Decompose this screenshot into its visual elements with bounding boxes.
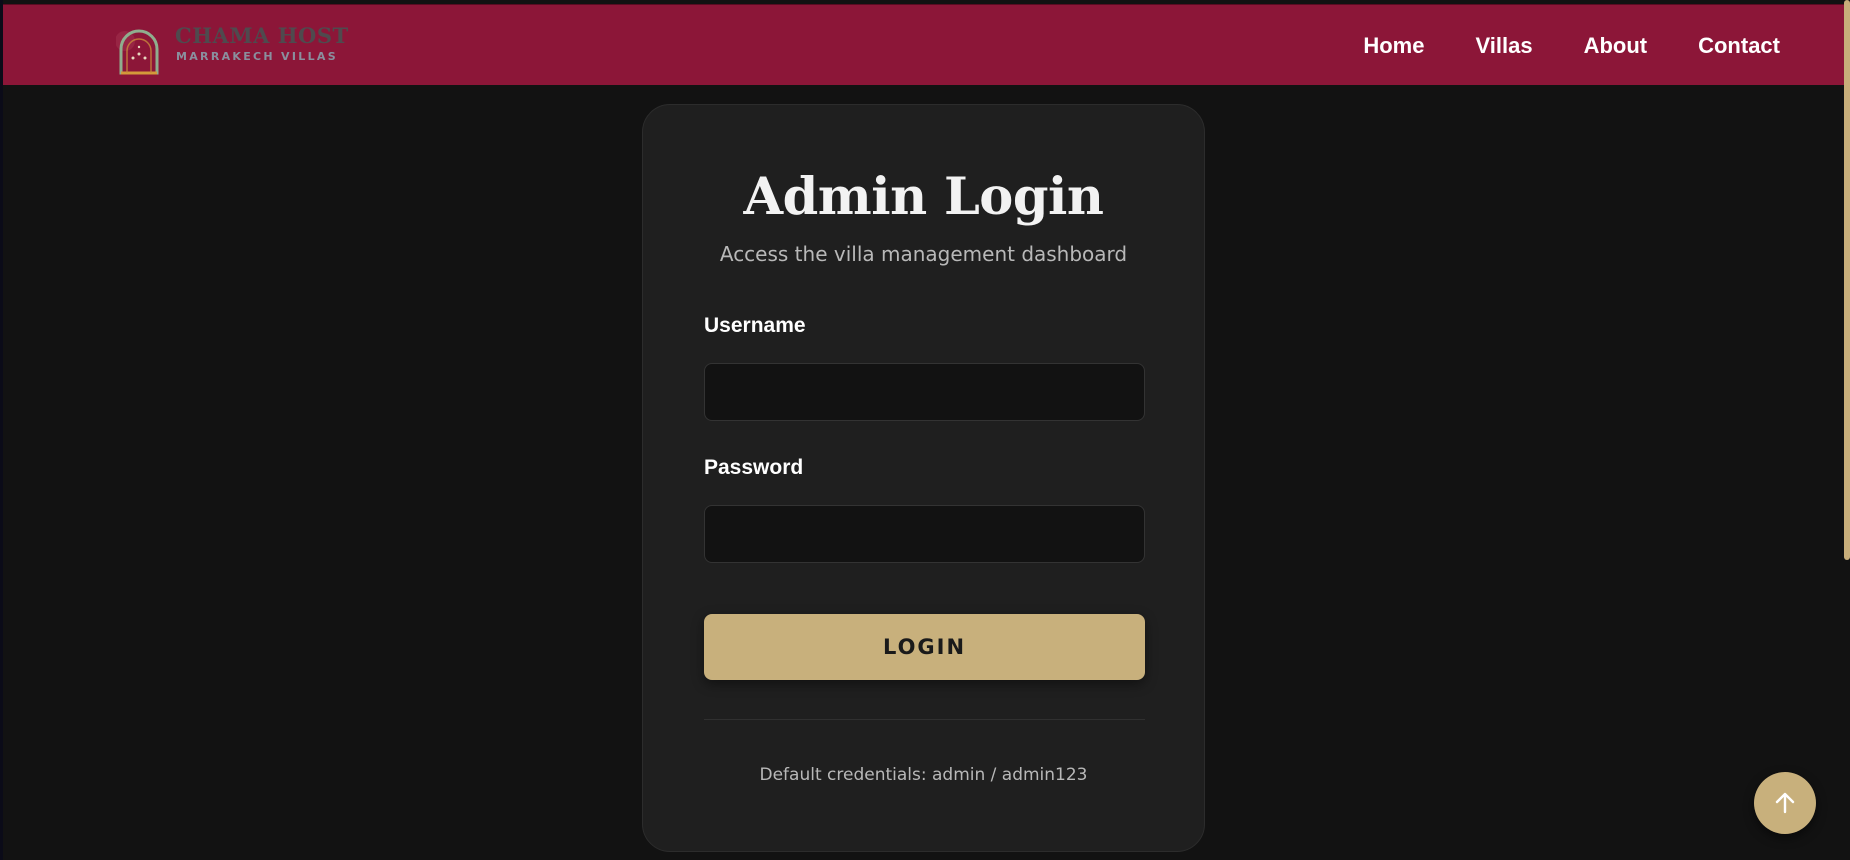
window-edge	[0, 0, 3, 860]
username-label: Username	[704, 314, 806, 337]
main-nav: Home Villas About Contact	[1363, 5, 1780, 86]
nav-contact-link[interactable]: Contact	[1698, 33, 1780, 59]
brand-name: CHAMA HOST	[175, 23, 349, 48]
site-header: CHAMA HOST MARRAKECH VILLAS Home Villas …	[3, 4, 1848, 85]
login-title: Admin Login	[743, 167, 1104, 227]
password-label: Password	[704, 456, 804, 479]
arrow-up-icon	[1775, 792, 1795, 814]
nav-home-link[interactable]: Home	[1363, 33, 1424, 59]
arch-logo-icon	[116, 29, 159, 75]
login-button[interactable]: LOGIN	[704, 614, 1145, 680]
scroll-to-top-button[interactable]	[1754, 772, 1816, 834]
nav-about-link[interactable]: About	[1584, 33, 1648, 59]
login-subtitle: Access the villa management dashboard	[719, 242, 1128, 266]
login-card: Admin Login Access the villa management …	[642, 104, 1205, 852]
scrollbar-thumb[interactable]	[1844, 0, 1850, 560]
brand-tagline: MARRAKECH VILLAS	[176, 50, 338, 63]
nav-villas-link[interactable]: Villas	[1475, 33, 1532, 59]
page: CHAMA HOST MARRAKECH VILLAS Home Villas …	[0, 0, 1850, 860]
brand-logo[interactable]: CHAMA HOST MARRAKECH VILLAS	[116, 21, 376, 81]
default-credentials-note: Default credentials: admin / admin123	[759, 765, 1088, 785]
card-divider	[704, 719, 1145, 720]
password-input[interactable]	[704, 505, 1145, 563]
username-input[interactable]	[704, 363, 1145, 421]
